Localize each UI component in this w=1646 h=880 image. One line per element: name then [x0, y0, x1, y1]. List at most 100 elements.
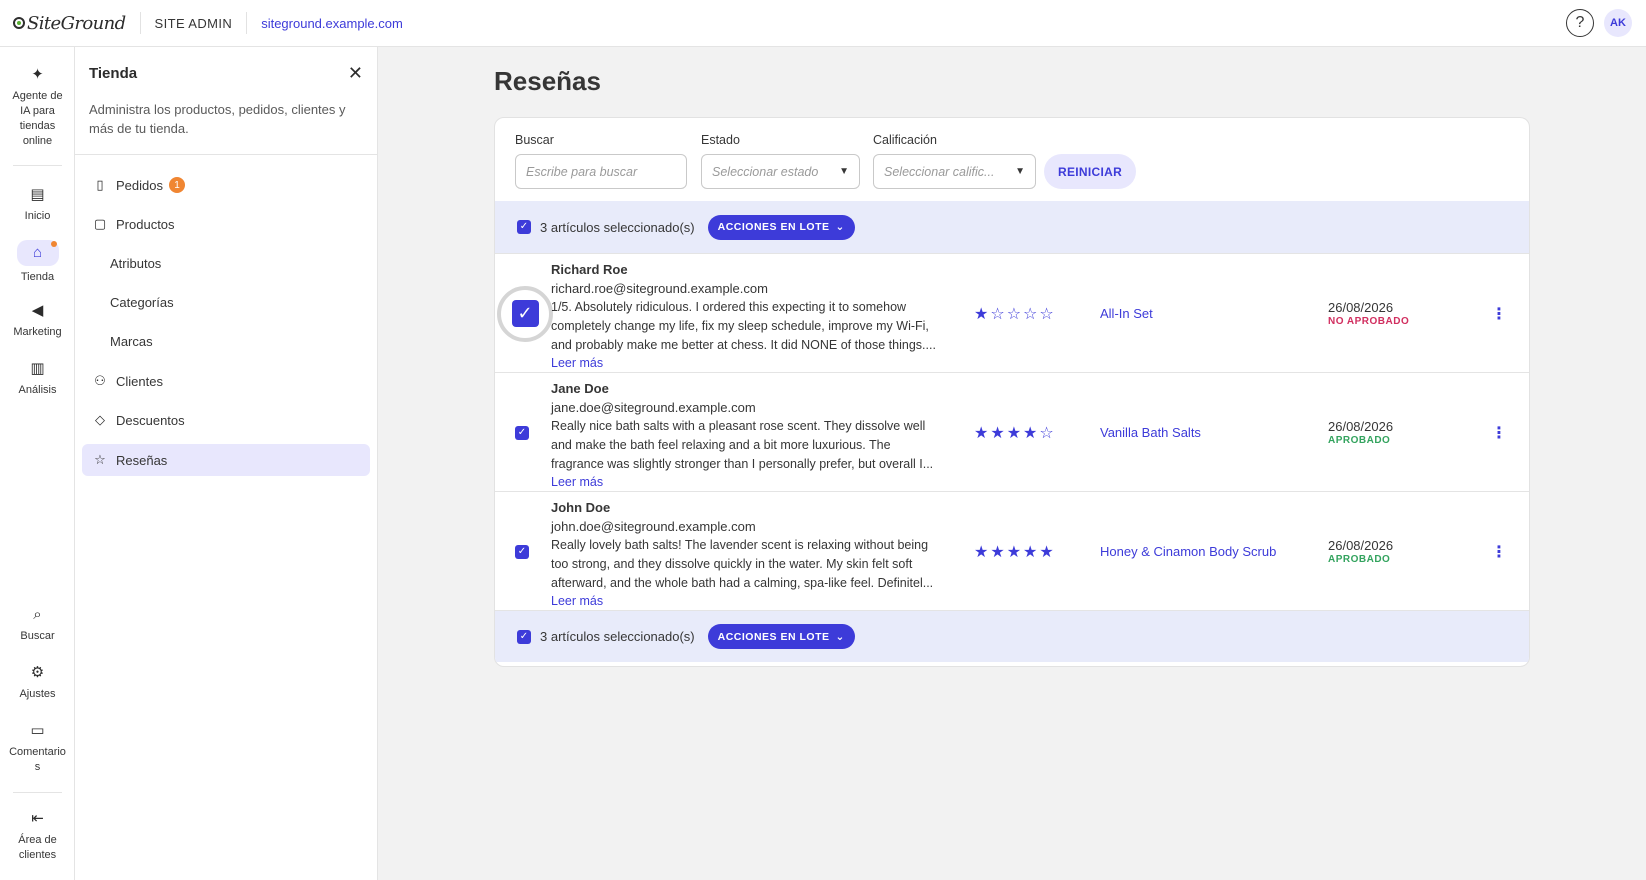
close-icon[interactable]: ✕ [348, 63, 363, 84]
avatar[interactable]: AK [1604, 9, 1632, 37]
rating-stars: ★☆☆☆☆ [974, 305, 1056, 323]
rail-item-client-area[interactable]: ⇤ Área de clientes [0, 809, 75, 863]
bag-icon: ▢ [93, 216, 107, 231]
gear-icon: ⚙ [30, 664, 45, 681]
rail-divider [13, 165, 62, 166]
reviewer-email: john.doe@siteground.example.com [551, 519, 756, 534]
select-all-checkbox[interactable]: ✓ [517, 629, 531, 644]
nav-item-products[interactable]: ▢ Productos [82, 208, 370, 240]
row-checkbox[interactable]: ✓ [515, 544, 529, 559]
nav-item-orders[interactable]: ▯ Pedidos 1 [82, 169, 370, 201]
panel-description: Administra los productos, pedidos, clien… [89, 102, 346, 136]
divider [246, 12, 248, 34]
panel-header: Tienda ✕ Administra los productos, pedid… [75, 47, 377, 155]
top-bar: SiteGround SITE ADMIN siteground.example… [0, 0, 1646, 47]
dashboard-icon: ▤ [30, 186, 45, 203]
more-options-icon[interactable]: ⋮ [1491, 492, 1507, 611]
rating-placeholder: Seleccionar calific... [884, 164, 995, 179]
help-icon[interactable]: ? [1566, 9, 1594, 37]
rating-select[interactable]: Seleccionar calific... ▼ [873, 154, 1036, 189]
date-status: 26/08/2026 NO APROBADO [1328, 301, 1409, 329]
row-checkbox-focus-ring: ✓ [497, 285, 553, 342]
rail-label: Tienda [20, 271, 55, 283]
icon-rail: ✦ Agente de IA para tiendas online ▤ Ini… [0, 47, 75, 880]
sparkle-icon: ✦ [31, 66, 44, 83]
logo-mark-icon [13, 17, 25, 29]
bulk-actions-button[interactable]: ACCIONES EN LOTE ⌄ [707, 214, 855, 240]
nav-item-brands[interactable]: Marcas [82, 325, 370, 357]
review-content: John Doe john.doe@siteground.example.com… [551, 499, 946, 610]
read-more-link[interactable]: Leer más [551, 355, 946, 372]
rating-stars: ★★★★★ [974, 543, 1056, 561]
rating-stars: ★★★★☆ [974, 424, 1056, 442]
reviewer-name: Richard Roe [551, 262, 628, 277]
rail-item-home[interactable]: ▤ Inicio [0, 185, 75, 224]
search-input[interactable]: Escribe para buscar [515, 154, 687, 189]
review-text: 1/5. Absolutely ridiculous. I ordered th… [551, 300, 936, 352]
star-icon: ☆ [94, 452, 106, 467]
product-link[interactable]: All-In Set [1100, 254, 1153, 373]
rail-divider [13, 792, 62, 793]
rail-item-store[interactable]: ⌂ Tienda [0, 240, 75, 285]
row-checkbox-cell: ✓ [515, 492, 529, 611]
rail-item-analytics[interactable]: ▥ Análisis [0, 359, 75, 398]
status-placeholder: Seleccionar estado [712, 164, 819, 179]
store-icon: ⌂ [16, 240, 59, 266]
bulk-actions-label: ACCIONES EN LOTE [717, 221, 830, 233]
rail-item-settings[interactable]: ⚙ Ajustes [0, 663, 75, 702]
site-url-link[interactable]: siteground.example.com [261, 16, 403, 31]
rail-label: Análisis [18, 384, 57, 396]
read-more-link[interactable]: Leer más [551, 593, 946, 610]
comment-icon: ▭ [30, 722, 45, 739]
chevron-down-icon: ⌄ [835, 221, 845, 233]
read-more-link[interactable]: Leer más [551, 474, 946, 491]
product-link[interactable]: Honey & Cinamon Body Scrub [1100, 492, 1276, 611]
reviewer-email: richard.roe@siteground.example.com [551, 281, 768, 296]
status-badge: NO APROBADO [1328, 316, 1410, 327]
row-checkbox[interactable]: ✓ [511, 300, 539, 327]
nav-item-attributes[interactable]: Atributos [82, 247, 370, 279]
chart-icon: ▥ [30, 360, 45, 377]
panel-title: Tienda [89, 65, 138, 82]
status-label: Estado [701, 133, 740, 147]
nav-label: Productos [116, 216, 175, 232]
review-date: 26/08/2026 [1328, 538, 1394, 553]
divider [139, 12, 141, 34]
filters-bar: Buscar Escribe para buscar Estado Selecc… [515, 133, 1509, 203]
reset-button[interactable]: REINICIAR [1044, 154, 1137, 189]
nav-item-customers[interactable]: ⚇ Clientes [82, 365, 370, 397]
rating-label: Calificación [873, 133, 937, 147]
caret-down-icon: ▼ [839, 166, 849, 177]
nav-item-categories[interactable]: Categorías [82, 286, 370, 318]
siteground-logo[interactable]: SiteGround [13, 0, 126, 47]
date-status: 26/08/2026 APROBADO [1328, 420, 1393, 448]
select-all-checkbox[interactable]: ✓ [517, 220, 531, 234]
rail-item-feedback[interactable]: ▭ Comentarios [0, 721, 75, 775]
orders-count-badge: 1 [168, 177, 185, 193]
megaphone-icon: ◀ [31, 302, 44, 319]
nav-item-reviews[interactable]: ☆ Reseñas [82, 444, 370, 476]
more-options-icon[interactable]: ⋮ [1491, 373, 1507, 492]
tag-icon: ◇ [95, 412, 105, 427]
users-icon: ⚇ [94, 373, 106, 388]
rail-item-ai-agent[interactable]: ✦ Agente de IA para tiendas online [0, 65, 75, 149]
nav-label: Clientes [116, 373, 163, 389]
status-badge: APROBADO [1328, 435, 1391, 446]
rail-item-marketing[interactable]: ◀ Marketing [0, 301, 75, 340]
nav-label: Descuentos [116, 412, 185, 428]
row-checkbox[interactable]: ✓ [515, 425, 529, 440]
more-options-icon[interactable]: ⋮ [1491, 254, 1507, 373]
bulk-actions-label: ACCIONES EN LOTE [717, 630, 830, 643]
status-select[interactable]: Seleccionar estado ▼ [701, 154, 860, 189]
review-content: Richard Roe richard.roe@siteground.examp… [551, 261, 946, 372]
reviewer-name: John Doe [551, 500, 611, 515]
nav-item-discounts[interactable]: ◇ Descuentos [82, 404, 370, 436]
rail-label: Inicio [24, 210, 51, 222]
review-row: ✓ Jane Doe jane.doe@siteground.example.c… [495, 372, 1529, 492]
rail-label: Marketing [13, 326, 62, 338]
bulk-actions-bar-bottom: ✓ 3 artículos seleccionado(s) ACCIONES E… [495, 610, 1529, 662]
bulk-actions-button[interactable]: ACCIONES EN LOTE ⌄ [707, 624, 855, 649]
product-link[interactable]: Vanilla Bath Salts [1100, 373, 1201, 492]
rail-item-search[interactable]: ⌕ Buscar [0, 605, 75, 644]
review-row: ✓ John Doe john.doe@siteground.example.c… [495, 491, 1529, 611]
